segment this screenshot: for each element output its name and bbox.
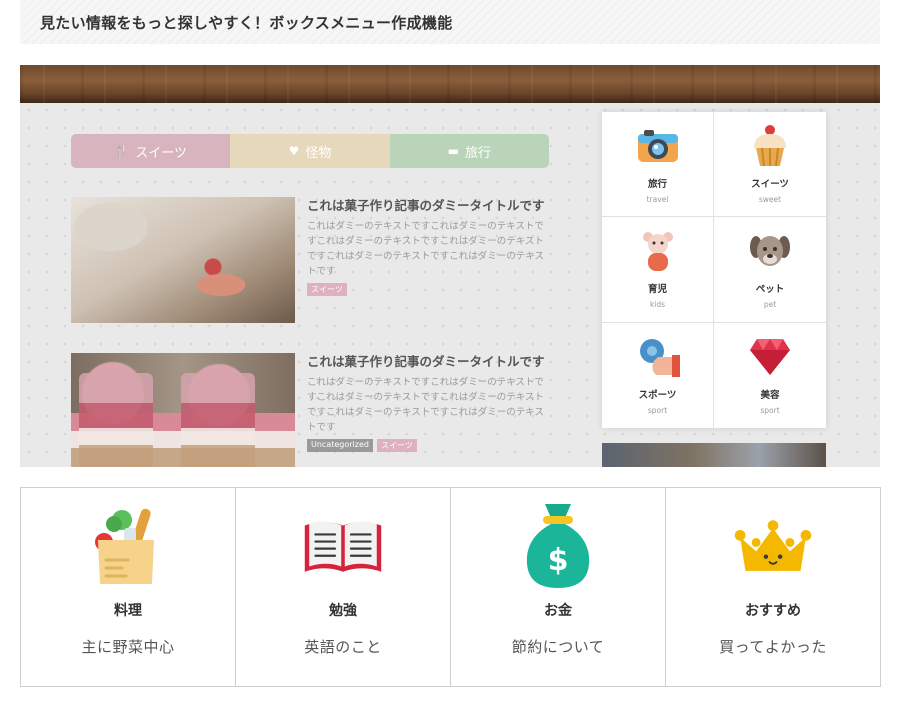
tag-badge[interactable]: スイーツ [307,283,347,296]
article-thumbnail[interactable] [71,353,295,467]
article-excerpt: これはダミーのテキストですこれはダミーのテキストですこれはダミーのテキストですこ… [307,377,544,433]
mini-menu-subtitle: sport [647,405,668,415]
suitcase-icon: ▬ [447,144,459,158]
section-heading: 見たい情報をもっと探しやすく！ボックスメニュー作成機能 [20,0,880,44]
open-book-icon [303,506,383,586]
crown-icon [733,506,813,586]
box-menu-subtitle: 節約について [511,638,605,656]
box-menu-title: 勉強 [329,603,357,619]
article-thumbnail[interactable] [71,197,295,323]
box-menu: 料理 主に野菜中心 勉強 英語のこと $ お金 節約について おすすめ 買ってよ… [20,487,881,687]
mini-menu-item-pet[interactable]: ペット pet [714,217,826,323]
parfait-glass-image [181,373,255,467]
tab-sweets-label: スイーツ [135,145,188,161]
grocery-bag-icon [88,506,168,586]
box-menu-item-recommend[interactable]: おすすめ 買ってよかった [666,488,880,686]
mini-menu-item-kids[interactable]: 育児 kids [602,217,714,323]
preview-screenshot: 🍴 スイーツ ♥ 怪物 ▬ 旅行 これは菓子作り記事のダミータイトルです これは… [20,65,880,467]
mini-menu-item-travel[interactable]: 旅行 travel [602,112,714,218]
mini-menu-subtitle: pet [763,300,777,310]
box-menu-title: 料理 [114,603,142,619]
tab-heart-label: 怪物 [305,145,332,161]
gem-icon [748,335,792,379]
mini-menu-subtitle: sport [760,405,780,415]
section-heading-title: 見たい情報をもっと探しやすく！ボックスメニュー作成機能 [40,13,453,32]
mini-menu-item-beauty[interactable]: 美容 sport [714,323,826,428]
money-bag-icon: $ [518,504,598,588]
mini-menu-item-sweets[interactable]: スイーツ sweet [714,112,826,218]
tab-sweets[interactable]: 🍴 スイーツ [71,134,231,168]
sport-hand-icon [636,335,680,379]
box-menu-subtitle: 買ってよかった [719,638,827,656]
wood-header-image [20,65,880,103]
mini-menu-title: 美容 [760,389,780,401]
mini-menu-title: 旅行 [647,179,667,190]
cutlery-icon: 🍴 [114,144,130,158]
mini-menu-title: スイーツ [751,179,789,190]
teddy-bear-icon [636,229,680,273]
svg-text:$: $ [548,543,569,578]
mini-menu-title: 育児 [647,284,667,296]
mini-box-menu: 旅行 travel スイーツ sweet 育児 kids ペット pet スポー… [602,112,826,428]
mini-menu-subtitle: kids [649,300,666,310]
tag-badge[interactable]: スイーツ [376,439,417,452]
mini-menu-subtitle: travel [646,195,669,204]
dog-icon [748,229,792,273]
mini-menu-subtitle: sweet [758,195,782,204]
box-menu-item-study[interactable]: 勉強 英語のこと [236,488,451,686]
camera-icon [636,124,680,168]
box-menu-item-money[interactable]: $ お金 節約について [451,488,666,686]
tab-travel[interactable]: ▬ 旅行 [389,134,549,168]
cupcake-icon [748,124,792,168]
category-tabs: 🍴 スイーツ ♥ 怪物 ▬ 旅行 [71,134,549,168]
box-menu-title: おすすめ [745,603,801,619]
tag-badge[interactable]: Uncategorized [307,439,373,452]
article-title[interactable]: これは菓子作り記事のダミータイトルです [307,197,549,215]
box-menu-item-cooking[interactable]: 料理 主に野菜中心 [21,488,236,686]
mini-menu-title: スポーツ [638,389,677,401]
heart-icon: ♥ [288,144,300,158]
parfait-glass-image [79,373,153,467]
box-menu-subtitle: 主に野菜中心 [81,638,175,656]
mini-menu-item-sport[interactable]: スポーツ sport [602,322,714,428]
article-excerpt: これはダミーのテキストですこれはダミーのテキストですこれはダミーのテキストですこ… [307,221,544,277]
tab-heart[interactable]: ♥ 怪物 [230,134,390,168]
box-menu-title: お金 [544,603,572,619]
box-menu-subtitle: 英語のこと [304,638,382,656]
mini-menu-title: ペット [755,284,785,296]
tab-travel-label: 旅行 [464,145,491,161]
article-title[interactable]: これは菓子作り記事のダミータイトルです [307,353,549,371]
sidebar-photo [602,443,826,467]
